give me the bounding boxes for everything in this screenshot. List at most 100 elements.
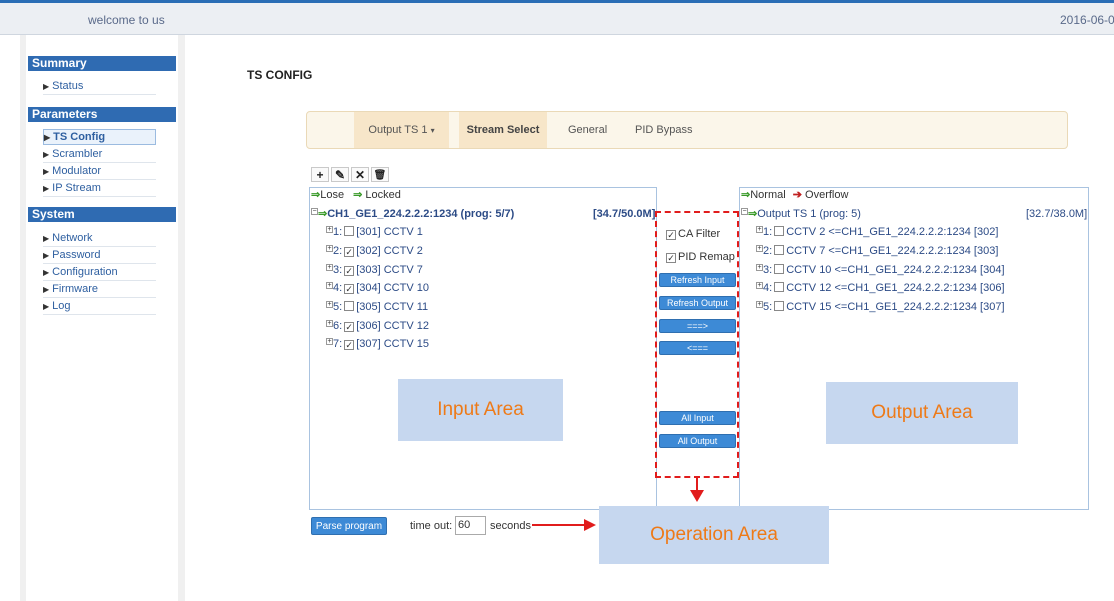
sidebar-item-password[interactable]: ▶ Password <box>43 248 156 264</box>
output-program-row[interactable]: +4: CCTV 12 <=CH1_GE1_224.2.2.2:1234 [306… <box>756 281 1005 295</box>
output-ts-row[interactable]: −⇒Output TS 1 (prog: 5) <box>741 207 861 221</box>
triangle-right-icon: ▶ <box>43 251 50 260</box>
parse-program-button[interactable]: Parse program <box>311 517 387 535</box>
expand-icon[interactable]: + <box>756 245 763 252</box>
program-checkbox[interactable] <box>344 301 355 311</box>
edit-icon[interactable]: ✎ <box>331 167 349 182</box>
tab-general[interactable]: General <box>568 112 607 148</box>
expand-icon[interactable]: + <box>326 264 333 271</box>
ca-filter-checkbox[interactable]: ✓ CA Filter <box>664 228 720 240</box>
checkbox[interactable]: ✓ <box>666 230 676 240</box>
seconds-label: seconds <box>490 520 531 532</box>
all-input-button[interactable]: All Input <box>659 411 736 425</box>
expand-icon[interactable]: + <box>326 338 333 345</box>
expand-icon[interactable]: + <box>756 264 763 271</box>
arrow-down-icon <box>690 490 704 502</box>
tab-pid-bypass[interactable]: PID Bypass <box>635 112 692 148</box>
expand-icon[interactable]: + <box>326 320 333 327</box>
expand-icon[interactable]: + <box>326 301 333 308</box>
collapse-icon[interactable]: − <box>741 208 748 215</box>
delete-icon[interactable]: ✕ <box>351 167 369 182</box>
triangle-right-icon: ▶ <box>43 150 50 159</box>
program-checkbox[interactable]: ✓ <box>344 284 355 294</box>
expand-icon[interactable]: + <box>756 226 763 233</box>
refresh-output-button[interactable]: Refresh Output <box>659 296 736 310</box>
checkbox[interactable]: ✓ <box>666 253 676 263</box>
sidebar-item-scrambler[interactable]: ▶ Scrambler <box>43 147 156 163</box>
all-output-button[interactable]: All Output <box>659 434 736 448</box>
expand-icon[interactable]: + <box>326 245 333 252</box>
program-checkbox[interactable] <box>774 245 785 255</box>
expand-icon[interactable]: + <box>756 282 763 289</box>
add-icon[interactable]: + <box>311 167 329 182</box>
sidebar-item-network[interactable]: ▶ Network <box>43 231 156 247</box>
sidebar-item-modulator[interactable]: ▶ Modulator <box>43 164 156 180</box>
move-right-button[interactable]: ===> <box>659 319 736 333</box>
input-program-row[interactable]: +1: [301] CCTV 1 <box>326 225 423 239</box>
sidebar-section-system: System <box>28 207 176 222</box>
program-checkbox[interactable]: ✓ <box>344 340 355 350</box>
input-program-row[interactable]: +7: ✓ [307] CCTV 15 <box>326 337 429 351</box>
program-checkbox[interactable] <box>774 301 785 311</box>
arrow-right-green-icon: ⇒ <box>318 208 328 220</box>
program-checkbox[interactable]: ✓ <box>344 266 355 276</box>
welcome-text: welcome to us <box>88 13 165 27</box>
page-title: TS CONFIG <box>247 68 313 82</box>
output-program-row[interactable]: +2: CCTV 7 <=CH1_GE1_224.2.2.2:1234 [303] <box>756 244 998 258</box>
input-area-annotation: Input Area <box>398 379 563 441</box>
sidebar-item-configuration[interactable]: ▶ Configuration <box>43 265 156 281</box>
sidebar-section-parameters: Parameters <box>28 107 176 122</box>
arrow-right-green-icon: ⇒ <box>741 189 751 201</box>
program-checkbox[interactable] <box>774 282 785 292</box>
sidebar-item-status[interactable]: ▶ Status <box>43 79 156 95</box>
sidebar-item-firmware[interactable]: ▶ Firmware <box>43 282 156 298</box>
caret-down-icon: ▾ <box>430 126 435 135</box>
move-left-button[interactable]: <=== <box>659 341 736 355</box>
triangle-right-icon: ▶ <box>43 302 50 311</box>
arrow-right-green-icon: ⇒ <box>311 189 321 201</box>
tab-stream-select[interactable]: Stream Select <box>459 112 547 148</box>
date-text: 2016-06-0 <box>1060 13 1114 27</box>
trash-icon[interactable]: 🗑 <box>371 167 389 182</box>
program-checkbox[interactable] <box>774 264 785 274</box>
arrow-right-red-icon: ➔ <box>792 189 802 201</box>
input-channel-row[interactable]: −⇒CH1_GE1_224.2.2.2:1234 (prog: 5/7) <box>311 207 514 221</box>
input-program-row[interactable]: +4: ✓ [304] CCTV 10 <box>326 281 429 295</box>
input-legend: ⇒Lose ⇒ Locked <box>311 189 401 201</box>
sidebar-item-log[interactable]: ▶ Log <box>43 299 156 315</box>
output-panel: ⇒Normal ➔ Overflow −⇒Output TS 1 (prog: … <box>739 187 1089 510</box>
output-program-row[interactable]: +5: CCTV 15 <=CH1_GE1_224.2.2.2:1234 [307… <box>756 300 1005 314</box>
input-program-row[interactable]: +5: [305] CCTV 11 <box>326 300 428 314</box>
arrow-right-green-icon: ⇒ <box>353 189 363 201</box>
input-program-row[interactable]: +2: ✓ [302] CCTV 2 <box>326 244 423 258</box>
output-rate: [32.7/38.0M] <box>1026 208 1088 220</box>
triangle-right-icon: ▶ <box>43 268 50 277</box>
input-program-row[interactable]: +6: ✓ [306] CCTV 12 <box>326 319 429 333</box>
expand-icon[interactable]: + <box>756 301 763 308</box>
triangle-right-icon: ▶ <box>44 133 51 142</box>
output-legend: ⇒Normal ➔ Overflow <box>741 189 849 201</box>
top-header-bar <box>0 3 1114 35</box>
input-program-row[interactable]: +3: ✓ [303] CCTV 7 <box>326 263 423 277</box>
pid-remap-checkbox[interactable]: ✓ PID Remap <box>664 251 735 263</box>
sidebar-item-ip-stream[interactable]: ▶ IP Stream <box>43 181 156 197</box>
arrow-right-icon <box>584 519 596 531</box>
program-checkbox[interactable] <box>344 226 355 236</box>
output-program-row[interactable]: +1: CCTV 2 <=CH1_GE1_224.2.2.2:1234 [302] <box>756 225 998 239</box>
input-rate: [34.7/50.0M] <box>593 208 656 220</box>
output-program-row[interactable]: +3: CCTV 10 <=CH1_GE1_224.2.2.2:1234 [304… <box>756 263 1005 277</box>
collapse-icon[interactable]: − <box>311 208 318 215</box>
program-checkbox[interactable]: ✓ <box>344 247 355 257</box>
program-checkbox[interactable] <box>774 226 785 236</box>
expand-icon[interactable]: + <box>326 282 333 289</box>
tab-output-ts-dropdown[interactable]: Output TS 1 ▾ <box>354 112 449 148</box>
program-checkbox[interactable]: ✓ <box>344 322 355 332</box>
tab-bar: Output TS 1 ▾ Stream Select General PID … <box>306 111 1068 149</box>
triangle-right-icon: ▶ <box>43 234 50 243</box>
timeout-input[interactable]: 60 <box>455 516 486 535</box>
triangle-right-icon: ▶ <box>43 285 50 294</box>
expand-icon[interactable]: + <box>326 226 333 233</box>
refresh-input-button[interactable]: Refresh Input <box>659 273 736 287</box>
arrow-right-green-icon: ⇒ <box>748 208 758 220</box>
sidebar-item-ts-config[interactable]: ▶ TS Config <box>43 129 156 145</box>
